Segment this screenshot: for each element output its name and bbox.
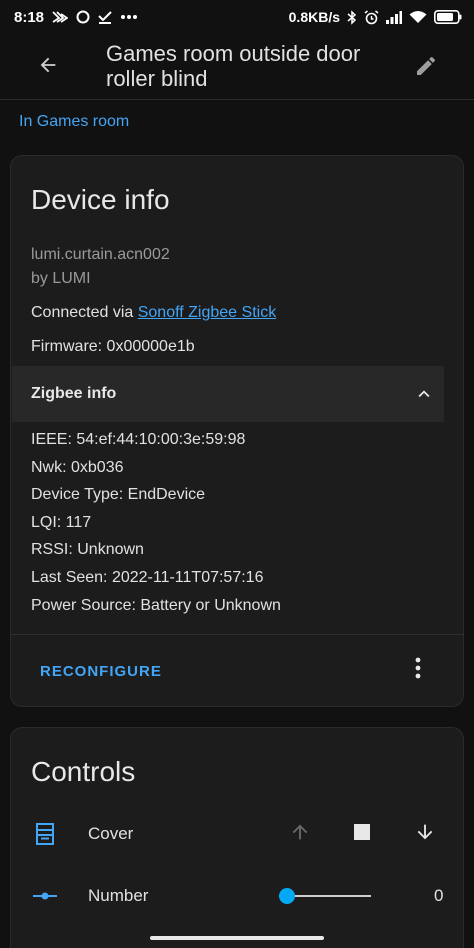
zigbee-info-header[interactable]: Zigbee info [12, 366, 444, 422]
cover-close-button[interactable] [411, 820, 439, 848]
ray-vertex-icon [33, 884, 57, 908]
more-dots-icon [120, 14, 138, 20]
status-time: 8:18 [14, 8, 45, 26]
arrow-down-icon [414, 821, 436, 848]
cover-open-button[interactable] [286, 820, 314, 848]
connected-device-link[interactable]: Sonoff Zigbee Stick [138, 304, 276, 321]
cover-label: Cover [88, 824, 134, 843]
arrow-up-icon [289, 821, 311, 848]
reconfigure-button[interactable]: RECONFIGURE [40, 663, 162, 680]
number-label: Number [88, 886, 149, 905]
number-slider-track[interactable] [287, 895, 371, 897]
zigbee-ieee: IEEE: 54:ef:44:10:00:3e:59:98 [31, 431, 246, 448]
net-speed: 0.8KB/s [288, 9, 340, 25]
number-slider-thumb[interactable] [279, 888, 295, 904]
firmware-text: Firmware: 0x00000e1b [31, 338, 195, 355]
connected-via: Connected via Sonoff Zigbee Stick [31, 304, 276, 322]
manufacturer-text: by LUMI [31, 270, 91, 287]
home-indicator[interactable] [150, 936, 324, 940]
zigbee-last-seen: Last Seen: 2022-11-11T07:57:16 [31, 568, 264, 586]
controls-card: Controls Cover Number 0 [10, 727, 464, 948]
zigbee-info-list: IEEE: 54:ef:44:10:00:3e:59:98 Nwk: 0xb03… [31, 426, 281, 619]
more-vertical-icon [415, 657, 421, 684]
signal-icon [386, 10, 402, 24]
window-shutter-icon [33, 822, 57, 846]
wifi-icon [409, 10, 427, 24]
page-title: Games room outside door roller blind [106, 41, 361, 91]
circle-icon [76, 10, 90, 24]
card-actions: RECONFIGURE [11, 634, 463, 707]
zigbee-info-label: Zigbee info [31, 385, 117, 402]
controls-title: Controls [31, 756, 136, 787]
device-info-card: Device info lumi.curtain.acn002 by LUMI … [10, 155, 464, 707]
arrow-left-icon [37, 54, 59, 81]
zigbee-power-source: Power Source: Battery or Unknown [31, 596, 281, 614]
chevron-up-icon [410, 380, 438, 408]
status-bar: 8:18 0.8KB/s [0, 0, 474, 34]
zigbee-rssi: RSSI: Unknown [31, 541, 144, 559]
area-link[interactable]: In Games room [19, 113, 129, 131]
model-text: lumi.curtain.acn002 [31, 246, 170, 263]
device-info-title: Device info [31, 184, 170, 215]
number-value: 0 [434, 886, 444, 905]
notification-icon [52, 10, 69, 24]
pencil-icon [414, 54, 438, 83]
connected-prefix: Connected via [31, 304, 138, 321]
battery-icon [434, 10, 462, 24]
cover-stop-button[interactable] [348, 820, 376, 848]
zigbee-lqi: LQI: 117 [31, 513, 92, 531]
app-bar: Games room outside door roller blind [0, 34, 474, 100]
edit-button[interactable] [408, 50, 444, 86]
device-model: lumi.curtain.acn002 by LUMI [31, 243, 170, 291]
check-icon [98, 10, 112, 24]
stop-icon [353, 823, 371, 846]
bluetooth-icon [347, 9, 357, 25]
back-button[interactable] [30, 52, 66, 82]
number-row: Number 0 [11, 876, 463, 916]
more-options-button[interactable] [403, 655, 433, 685]
zigbee-nwk: Nwk: 0xb036 [31, 458, 124, 476]
cover-row[interactable]: Cover [11, 814, 463, 854]
alarm-icon [364, 9, 379, 25]
zigbee-device-type: Device Type: EndDevice [31, 486, 206, 504]
